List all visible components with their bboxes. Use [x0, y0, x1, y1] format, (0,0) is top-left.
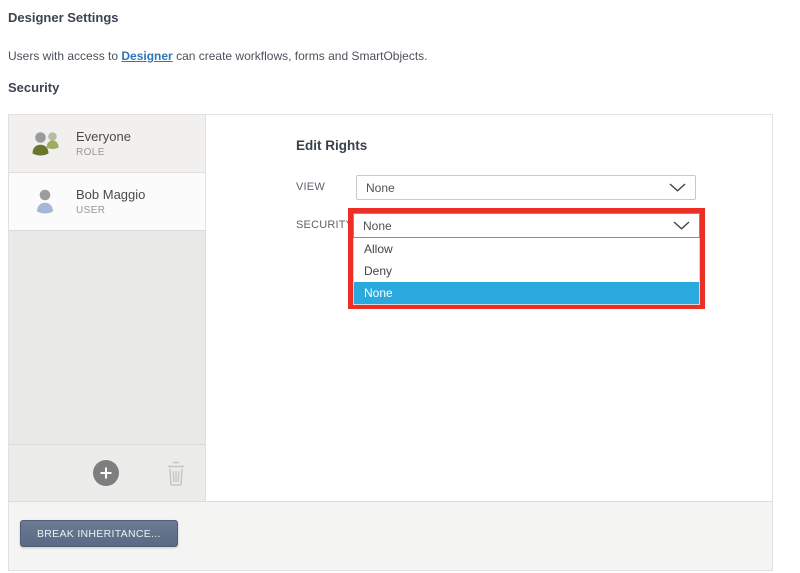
chevron-down-icon — [673, 219, 690, 233]
dropdown-option-deny[interactable]: Deny — [354, 260, 699, 282]
view-select[interactable]: None — [356, 175, 696, 200]
principal-info: Everyone ROLE — [76, 129, 131, 158]
principal-name: Bob Maggio — [76, 187, 145, 202]
security-panel: Everyone ROLE Bob Maggio USER — [8, 114, 773, 571]
view-select-value: None — [366, 181, 669, 195]
dropdown-option-allow[interactable]: Allow — [354, 238, 699, 260]
single-user-icon — [29, 186, 63, 217]
page-title: Designer Settings — [8, 10, 119, 25]
list-item-bob-maggio[interactable]: Bob Maggio USER — [9, 173, 205, 231]
principal-type: ROLE — [76, 147, 131, 158]
security-options-list: Allow Deny None — [353, 238, 700, 305]
designer-link[interactable]: Designer — [121, 49, 172, 63]
add-principal-button[interactable] — [93, 460, 119, 486]
list-item-everyone[interactable]: Everyone ROLE — [9, 115, 205, 173]
description-suffix: can create workflows, forms and SmartObj… — [173, 49, 428, 63]
group-role-icon — [29, 128, 63, 159]
footer-bar: BREAK INHERITANCE... — [9, 501, 772, 570]
edit-rights-panel: Edit Rights VIEW None SECURITY None Allo… — [206, 115, 772, 501]
chevron-down-icon — [669, 181, 686, 195]
dropdown-option-none[interactable]: None — [354, 282, 699, 304]
edit-rights-title: Edit Rights — [296, 138, 367, 153]
principal-list-toolbar — [9, 444, 205, 501]
break-inheritance-button[interactable]: BREAK INHERITANCE... — [20, 520, 178, 547]
plus-icon — [99, 466, 113, 480]
security-select[interactable]: None — [353, 213, 700, 238]
security-label: SECURITY — [296, 219, 353, 231]
access-description: Users with access to Designer can create… — [8, 49, 428, 63]
principal-type: USER — [76, 205, 145, 216]
principal-list: Everyone ROLE Bob Maggio USER — [9, 115, 206, 501]
principal-name: Everyone — [76, 129, 131, 144]
security-section-title: Security — [8, 80, 59, 95]
principal-info: Bob Maggio USER — [76, 187, 145, 216]
trash-icon — [165, 460, 187, 487]
delete-principal-button[interactable] — [165, 460, 187, 487]
red-annotation-box: None Allow Deny None — [348, 208, 705, 309]
security-select-value: None — [363, 219, 673, 233]
description-prefix: Users with access to — [8, 49, 121, 63]
view-label: VIEW — [296, 181, 325, 193]
